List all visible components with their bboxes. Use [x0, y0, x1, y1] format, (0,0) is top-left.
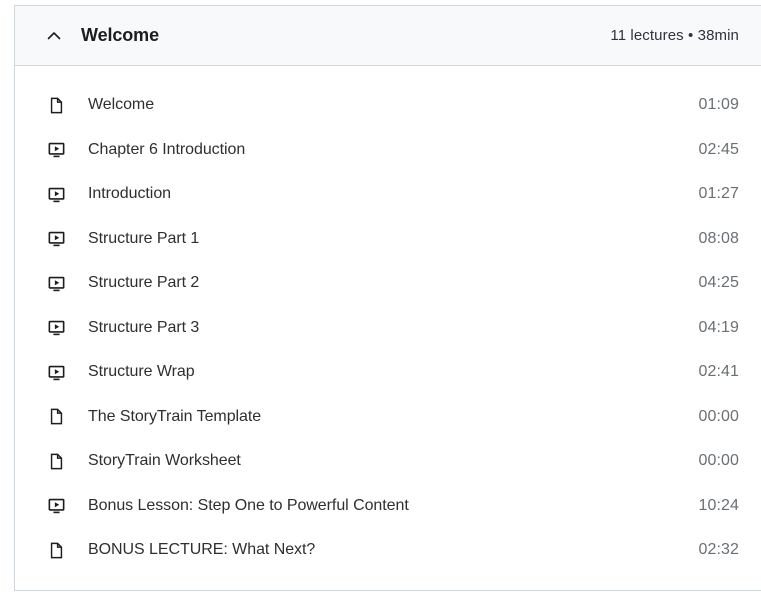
document-icon: [46, 451, 66, 471]
lecture-title: Structure Part 3: [88, 318, 200, 336]
lecture-row[interactable]: BONUS LECTURE: What Next? 02:32: [15, 528, 761, 573]
lecture-duration: 02:41: [698, 363, 739, 381]
video-icon: [46, 184, 66, 204]
lecture-duration: 02:45: [698, 140, 739, 158]
video-icon: [46, 496, 66, 516]
lecture-duration: 01:09: [698, 96, 739, 114]
section-header-welcome[interactable]: Welcome 11 lectures • 38min: [15, 6, 761, 66]
lecture-row[interactable]: Introduction 01:27: [15, 172, 761, 217]
lecture-title: Introduction: [88, 185, 172, 203]
lecture-row[interactable]: Structure Part 2 04:25: [15, 261, 761, 306]
lecture-title: Welcome: [88, 96, 155, 114]
course-section-card: Welcome 11 lectures • 38min Welcome 01:09…: [14, 5, 761, 591]
lecture-duration: 00:00: [698, 407, 739, 425]
lecture-title: Chapter 6 Introduction: [88, 140, 246, 158]
video-icon: [46, 273, 66, 293]
lecture-title: Structure Part 1: [88, 229, 200, 247]
lecture-title: Bonus Lesson: Step One to Powerful Conte…: [88, 496, 409, 514]
section-meta: 11 lectures • 38min: [610, 27, 739, 44]
video-icon: [46, 318, 66, 338]
lecture-title: The StoryTrain Template: [88, 407, 262, 425]
video-icon: [46, 229, 66, 249]
lecture-duration: 08:08: [698, 229, 739, 247]
chevron-up-icon[interactable]: [43, 25, 65, 47]
lecture-row[interactable]: The StoryTrain Template 00:00: [15, 395, 761, 440]
lecture-row[interactable]: Structure Part 1 08:08: [15, 217, 761, 262]
lecture-list: Welcome 01:09 Chapter 6 Introduction 02:45 I…: [15, 66, 761, 573]
lecture-title: BONUS LECTURE: What Next?: [88, 541, 316, 559]
document-icon: [46, 95, 66, 115]
lecture-row[interactable]: StoryTrain Worksheet 00:00: [15, 439, 761, 484]
lecture-row[interactable]: Welcome 01:09: [15, 83, 761, 128]
document-icon: [46, 540, 66, 560]
lecture-duration: 04:19: [698, 318, 739, 336]
video-icon: [46, 362, 66, 382]
lecture-title: Structure Wrap: [88, 363, 195, 381]
lecture-row[interactable]: Structure Wrap 02:41: [15, 350, 761, 395]
lecture-duration: 01:27: [698, 185, 739, 203]
video-icon: [46, 140, 66, 160]
lecture-duration: 00:00: [698, 452, 739, 470]
lecture-row[interactable]: Structure Part 3 04:19: [15, 306, 761, 351]
lecture-duration: 02:32: [698, 541, 739, 559]
lecture-row[interactable]: Chapter 6 Introduction 02:45: [15, 128, 761, 173]
lecture-title: Structure Part 2: [88, 274, 200, 292]
lecture-title: StoryTrain Worksheet: [88, 452, 241, 470]
document-icon: [46, 407, 66, 427]
lecture-duration: 04:25: [698, 274, 739, 292]
lecture-duration: 10:24: [698, 496, 739, 514]
section-title: Welcome: [81, 25, 159, 45]
lecture-row[interactable]: Bonus Lesson: Step One to Powerful Conte…: [15, 484, 761, 529]
